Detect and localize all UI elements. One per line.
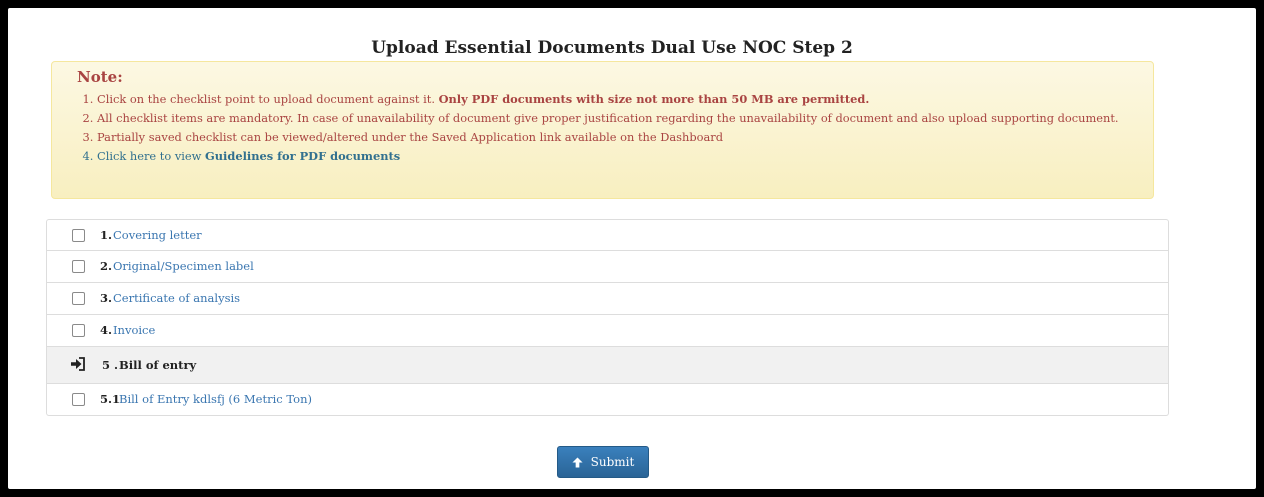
checklist-item[interactable]: 1. Covering letter	[46, 219, 1169, 251]
checkbox[interactable]	[72, 292, 85, 305]
submit-label: Submit	[590, 455, 635, 469]
checklist-item[interactable]: 3. Certificate of analysis	[46, 283, 1169, 315]
note-box: Note: Click on the checklist point to up…	[51, 61, 1154, 199]
item-number: 5 .	[102, 358, 119, 372]
item-number: 5.1	[100, 392, 121, 406]
checklist-item[interactable]: 2. Original/Specimen label	[46, 251, 1169, 283]
checklist-item[interactable]: 5.1 Bill of Entry kdlsfj (6 Metric Ton)	[46, 384, 1169, 416]
note-item-text: All checklist items are mandatory. In ca…	[97, 111, 1119, 125]
checklist-item-link[interactable]: Invoice	[113, 323, 155, 337]
note-item: All checklist items are mandatory. In ca…	[97, 109, 1157, 128]
checklist-item-link[interactable]: Original/Specimen label	[113, 259, 254, 273]
note-item: Click here to view Guidelines for PDF do…	[97, 147, 1157, 166]
checklist-group-label: Bill of entry	[119, 358, 197, 372]
note-item: Click on the checklist point to upload d…	[97, 90, 1157, 109]
checklist-group-header[interactable]: 5 . Bill of entry	[46, 347, 1169, 384]
note-item-text: Click on the checklist point to upload d…	[97, 92, 439, 106]
note-item-text: Partially saved checklist can be viewed/…	[97, 130, 724, 144]
item-number: 2.	[100, 259, 113, 273]
item-number: 3.	[100, 291, 113, 305]
checklist-item-link[interactable]: Certificate of analysis	[113, 291, 240, 305]
checkbox[interactable]	[72, 229, 85, 242]
checkbox[interactable]	[72, 393, 85, 406]
checklist: 1. Covering letter 2. Original/Specimen …	[46, 219, 1169, 416]
guidelines-link[interactable]: Guidelines for PDF documents	[205, 149, 400, 163]
content-panel: Upload Essential Documents Dual Use NOC …	[8, 8, 1256, 489]
arrow-up-icon	[572, 456, 583, 468]
page-title: Upload Essential Documents Dual Use NOC …	[371, 38, 853, 58]
note-item-text: Click here to view	[97, 149, 206, 163]
checklist-item[interactable]: 4. Invoice	[46, 315, 1169, 347]
checklist-item-link[interactable]: Covering letter	[113, 228, 202, 242]
checkbox[interactable]	[72, 260, 85, 273]
note-list: Click on the checklist point to upload d…	[80, 90, 1157, 166]
sign-in-arrow-icon	[71, 357, 85, 371]
note-title: Note:	[77, 68, 123, 86]
note-item: Partially saved checklist can be viewed/…	[97, 128, 1157, 147]
submit-button[interactable]: Submit	[557, 446, 649, 478]
note-item-emphasis: Only PDF documents with size not more th…	[438, 92, 870, 106]
item-number: 4.	[100, 323, 113, 337]
checklist-item-link[interactable]: Bill of Entry kdlsfj (6 Metric Ton)	[119, 392, 312, 406]
item-number: 1.	[100, 228, 113, 242]
checkbox[interactable]	[72, 324, 85, 337]
